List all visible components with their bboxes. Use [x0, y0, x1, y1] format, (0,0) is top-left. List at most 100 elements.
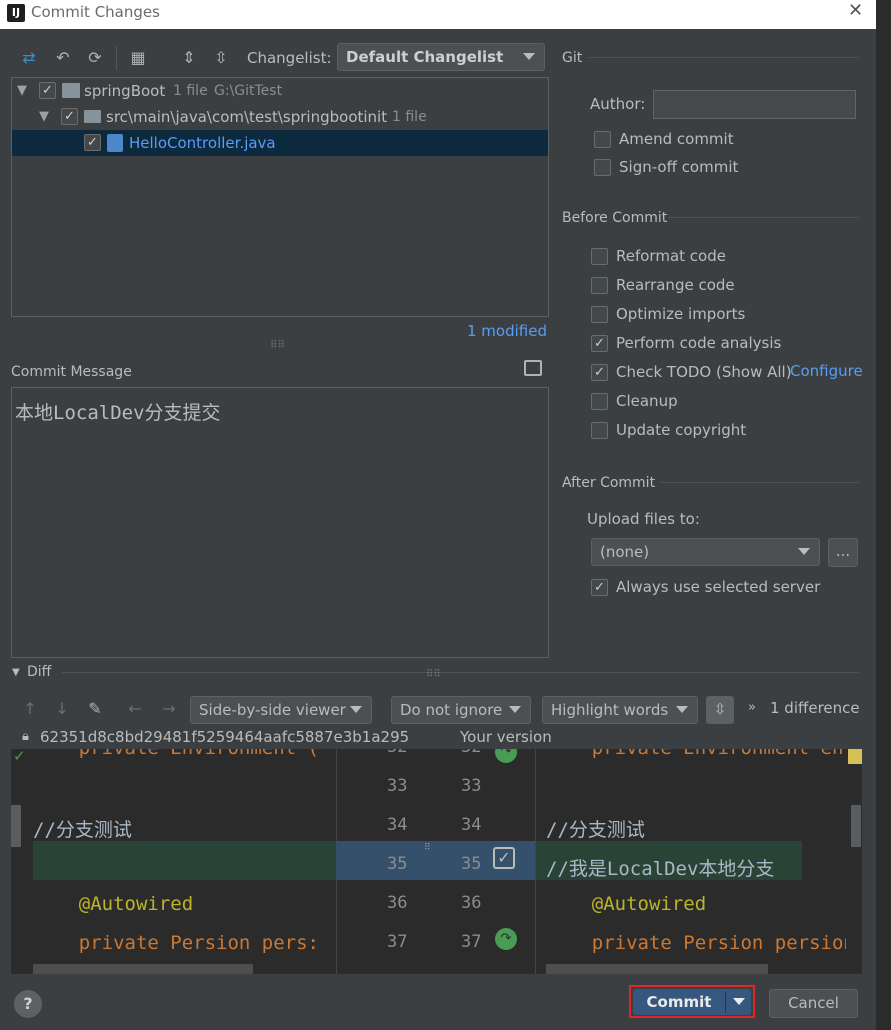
- ignore-value: Do not ignore: [400, 701, 503, 719]
- before-commit-checkbox[interactable]: [591, 393, 608, 410]
- arrow-up-icon[interactable]: ↑: [19, 698, 41, 720]
- upload-server-dropdown[interactable]: (none): [591, 538, 820, 566]
- close-icon[interactable]: ✕: [848, 0, 863, 21]
- expand-all-icon[interactable]: ⇕: [178, 47, 200, 69]
- difference-count: 1 difference: [770, 699, 860, 717]
- horizontal-scrollbar-left[interactable]: [33, 964, 253, 974]
- before-commit-label[interactable]: Rearrange code: [616, 276, 735, 294]
- before-commit-label[interactable]: Perform code analysis: [616, 334, 781, 352]
- module-folder-icon: [62, 83, 80, 98]
- include-change-checkbox[interactable]: ✓: [493, 847, 515, 869]
- arrow-down-icon[interactable]: ↓: [51, 698, 73, 720]
- left-line-number: 34: [387, 815, 408, 835]
- left-revision-hash: 62351d8c8bd29481f5259464aafc5887e3b1a295: [40, 728, 410, 746]
- before-commit-label[interactable]: Cleanup: [616, 392, 678, 410]
- always-use-label[interactable]: Always use selected server: [616, 578, 820, 596]
- file-node-name[interactable]: HelloController.java: [129, 134, 276, 152]
- group-by-icon[interactable]: ▦: [127, 47, 149, 69]
- title-bar: IJ Commit Changes ✕: [0, 0, 876, 29]
- after-commit-title: After Commit: [562, 475, 656, 491]
- navigate-icon[interactable]: ↷: [495, 928, 517, 950]
- before-commit-checkbox[interactable]: [591, 422, 608, 439]
- left-line-number: 32: [387, 749, 407, 757]
- commit-history-icon[interactable]: [524, 360, 542, 376]
- modified-count: 1 modified: [467, 322, 547, 340]
- viewer-dropdown[interactable]: Side-by-side viewer: [190, 696, 372, 724]
- upload-server-value: (none): [600, 543, 650, 561]
- author-label: Author:: [590, 95, 646, 113]
- left-line-number: 33: [387, 776, 408, 796]
- author-input[interactable]: [653, 90, 856, 119]
- highlight-dropdown[interactable]: Highlight words: [542, 696, 698, 724]
- error-stripe-marker: [848, 749, 862, 764]
- configure-link[interactable]: Configure: [790, 362, 863, 380]
- file-row-selected[interactable]: ✓ HelloController.java: [12, 130, 548, 156]
- commit-message-label: Commit Message: [11, 364, 132, 380]
- before-commit-label[interactable]: Update copyright: [616, 421, 746, 439]
- expand-arrow-icon[interactable]: ▼: [17, 83, 27, 98]
- always-use-checkbox[interactable]: ✓: [591, 579, 608, 596]
- before-commit-checkbox[interactable]: [591, 248, 608, 265]
- before-commit-checkbox[interactable]: [591, 277, 608, 294]
- amend-label[interactable]: Amend commit: [619, 130, 734, 148]
- root-checkbox[interactable]: ✓: [39, 82, 56, 99]
- splitter-handle[interactable]: ⠿⠿: [270, 340, 285, 351]
- before-commit-label[interactable]: Check TODO (Show All): [616, 363, 792, 381]
- splitter-handle[interactable]: ⠿⠿: [426, 669, 441, 680]
- intellij-logo-icon: IJ: [7, 4, 25, 22]
- right-line-number: 34: [461, 815, 482, 835]
- changelist-dropdown[interactable]: Default Changelist: [337, 43, 545, 71]
- lock-icon: 🔒︎: [22, 729, 29, 744]
- signoff-label[interactable]: Sign-off commit: [619, 158, 738, 176]
- collapse-unchanged-icon[interactable]: ⇳: [706, 696, 734, 724]
- arrow-left-icon[interactable]: ←: [124, 698, 146, 720]
- amend-checkbox[interactable]: [594, 131, 611, 148]
- right-code-line: private Environment en: [546, 749, 846, 759]
- chevron-down-icon[interactable]: [733, 998, 745, 1005]
- upload-label: Upload files to:: [587, 510, 700, 528]
- right-marker: [851, 805, 861, 847]
- file-checkbox[interactable]: ✓: [84, 134, 101, 151]
- root-node-name[interactable]: springBoot: [84, 82, 165, 100]
- before-commit-checkbox[interactable]: [591, 306, 608, 323]
- show-diff-icon[interactable]: ⇄: [18, 47, 40, 69]
- viewer-value: Side-by-side viewer: [199, 701, 346, 719]
- commit-label[interactable]: Commit: [633, 993, 725, 1011]
- folder-node-count: 1 file: [392, 109, 427, 125]
- left-line-number: 36: [387, 893, 408, 913]
- rollback-icon[interactable]: ↶: [52, 47, 74, 69]
- drag-handle-icon[interactable]: ⠿: [424, 843, 431, 853]
- chevron-down-icon: [798, 548, 810, 555]
- refresh-icon[interactable]: ⟳: [84, 47, 106, 69]
- right-line-number: 36: [461, 893, 482, 913]
- collapse-all-icon[interactable]: ⇳: [210, 47, 232, 69]
- ignore-dropdown[interactable]: Do not ignore: [391, 696, 531, 724]
- before-commit-title: Before Commit: [562, 210, 668, 226]
- left-code-line: private Persion pers:: [33, 932, 319, 954]
- inserted-line-left: [33, 841, 336, 880]
- expand-arrow-icon[interactable]: ▼: [39, 109, 49, 124]
- commit-button[interactable]: Commit: [633, 989, 751, 1015]
- commit-message-text[interactable]: 本地LocalDev分支提交: [15, 398, 221, 425]
- signoff-checkbox[interactable]: [594, 159, 611, 176]
- folder-checkbox[interactable]: ✓: [61, 108, 78, 125]
- cancel-button[interactable]: Cancel: [769, 989, 858, 1018]
- browse-servers-button[interactable]: ...: [828, 538, 858, 567]
- edit-icon[interactable]: ✎: [84, 698, 106, 720]
- folder-node-name[interactable]: src\main\java\com\test\springbootinit: [106, 108, 387, 126]
- more-actions-icon[interactable]: »: [748, 700, 756, 715]
- navigate-icon[interactable]: ↷: [495, 749, 517, 763]
- before-commit-label[interactable]: Optimize imports: [616, 305, 745, 323]
- right-code-line: private Persion persion: [546, 932, 846, 954]
- help-button[interactable]: ?: [14, 990, 42, 1018]
- before-commit-checkbox[interactable]: ✓: [591, 364, 608, 381]
- split-divider: [725, 991, 726, 1013]
- collapse-diff-icon[interactable]: ▼: [12, 667, 20, 678]
- right-line-number: 35: [461, 854, 482, 874]
- arrow-right-icon[interactable]: →: [158, 698, 180, 720]
- horizontal-scrollbar-right[interactable]: [546, 964, 768, 974]
- before-commit-label[interactable]: Reformat code: [616, 247, 726, 265]
- before-commit-checkbox[interactable]: ✓: [591, 335, 608, 352]
- left-code-line: //分支测试: [33, 819, 132, 841]
- commit-message-editor[interactable]: 本地LocalDev分支提交: [11, 387, 549, 658]
